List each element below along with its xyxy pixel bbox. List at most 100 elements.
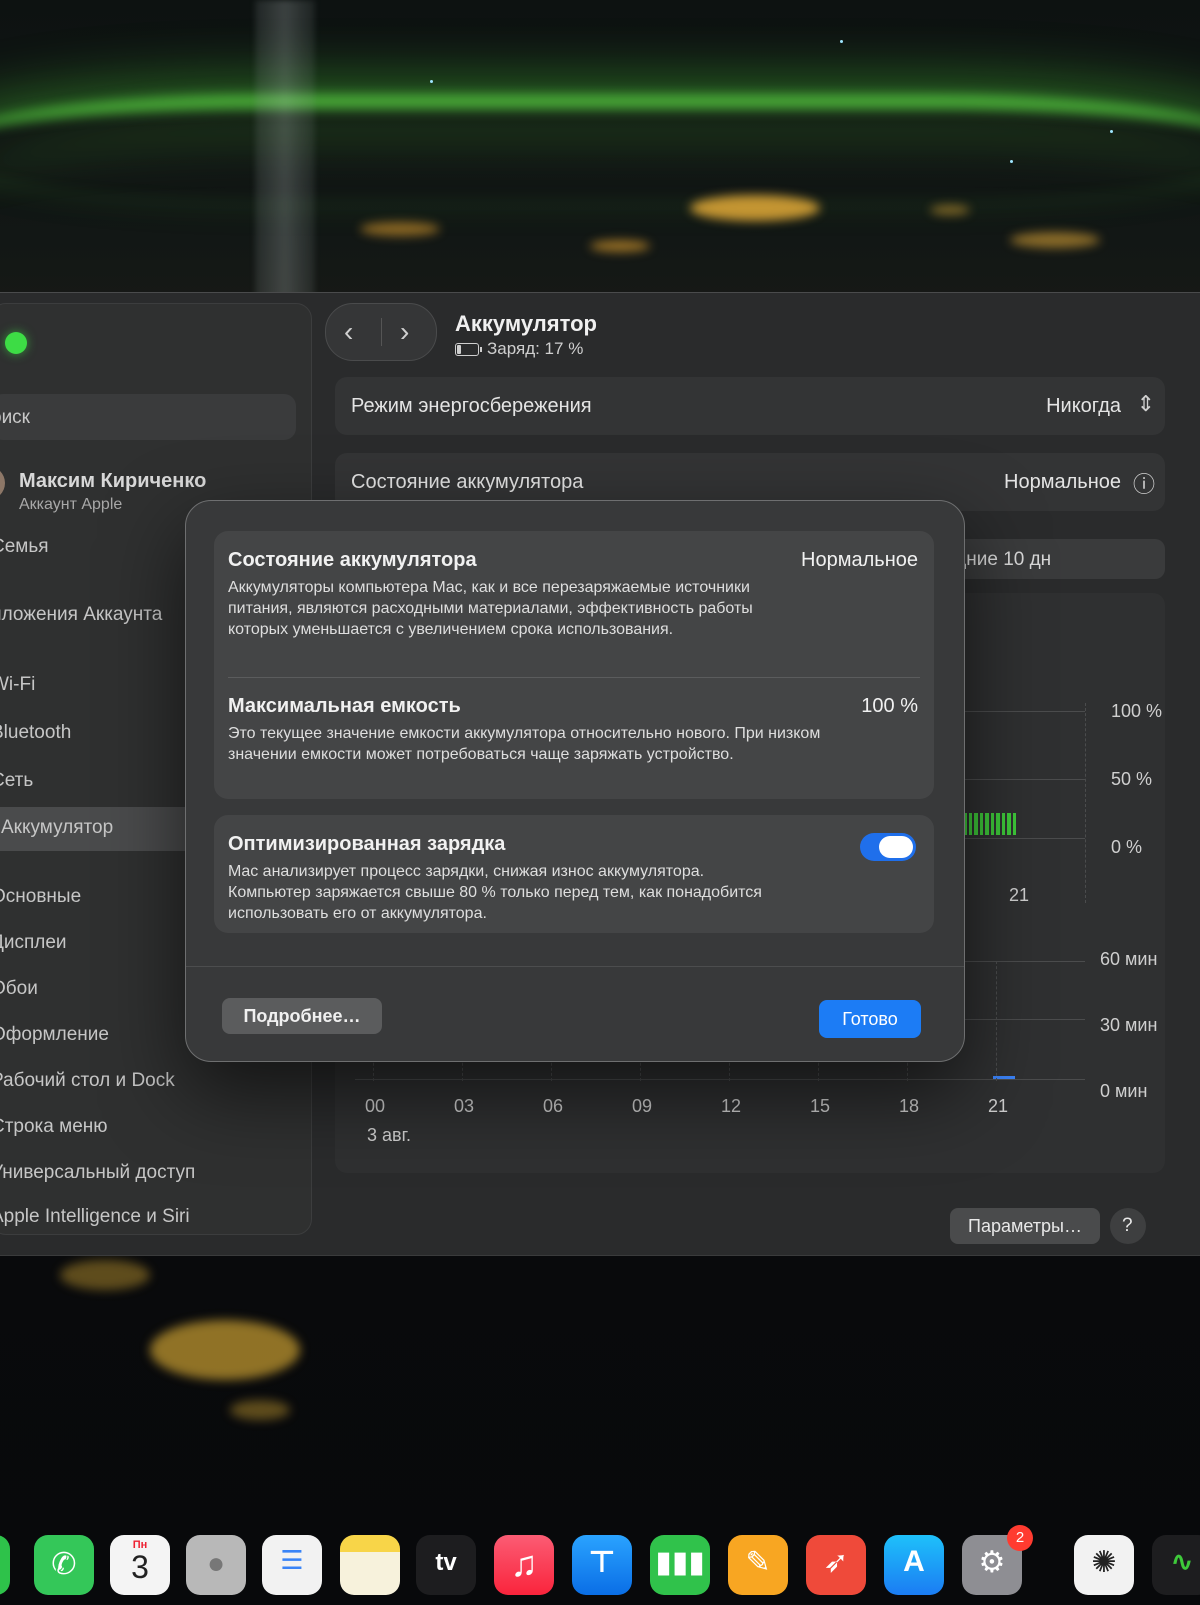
chatgpt-icon[interactable]: ✺ xyxy=(1074,1535,1134,1595)
search-placeholder: оиск xyxy=(0,407,30,428)
chevron-right-icon[interactable]: › xyxy=(400,316,409,348)
sidebar-item-label: Дисплеи xyxy=(0,932,67,953)
battery-level-bar xyxy=(1001,813,1005,835)
sidebar-item-family[interactable]: Семья xyxy=(0,536,49,558)
numbers-icon[interactable]: ▮▮▮ xyxy=(650,1535,710,1595)
city-lights xyxy=(150,1320,300,1380)
sidebar-item-label: Apple Intelligence и Siri xyxy=(0,1206,190,1227)
health-value: Нормальное xyxy=(801,549,918,571)
sidebar-item-label: Wi-Fi xyxy=(0,674,36,695)
sidebar-item-label: Строка меню xyxy=(0,1116,108,1137)
sidebar-item-general[interactable]: Основные xyxy=(0,886,81,908)
reminders-icon[interactable]: ☰ xyxy=(262,1535,322,1595)
info-icon[interactable]: ⓘ xyxy=(1133,467,1155,499)
sidebar-item-label: Обои xyxy=(0,978,38,999)
sheet-divider xyxy=(186,966,964,967)
sidebar-item-desktop-dock[interactable]: Рабочий стол и Dock xyxy=(0,1070,175,1092)
battery-level-bar xyxy=(968,813,972,835)
done-button[interactable]: Готово xyxy=(819,1000,921,1038)
level-tick-0: 0 % xyxy=(1111,837,1143,857)
low-power-mode-value[interactable]: Никогда xyxy=(1046,395,1121,418)
period-selector[interactable]: едние 10 дн xyxy=(935,539,1165,579)
sidebar-item-menu-bar[interactable]: Строка меню xyxy=(0,1116,108,1138)
more-info-button[interactable]: Подробнее… xyxy=(222,998,382,1034)
level-tick-50: 50 % xyxy=(1111,769,1153,789)
city-lights xyxy=(690,195,820,221)
usage-tick-0: 0 мин xyxy=(1100,1081,1148,1101)
search-field[interactable]: оиск xyxy=(0,394,296,440)
level-tick-100: 100 % xyxy=(1111,701,1163,721)
battery-level-bar xyxy=(1007,813,1011,835)
chevron-left-icon[interactable]: ‹ xyxy=(344,316,353,348)
phone-icon[interactable]: ✆ xyxy=(34,1535,94,1595)
charge-status: Заряд: 17 % xyxy=(455,339,583,359)
usage-tick-60: 60 мин xyxy=(1100,949,1158,969)
hour-tick-label: 03 xyxy=(454,1096,475,1116)
options-button-label: Параметры… xyxy=(968,1216,1082,1236)
sidebar-item-label: Основные xyxy=(0,886,82,907)
optimized-description: Mac анализирует процесс зарядки, снижая … xyxy=(228,863,762,922)
gridline xyxy=(355,1079,1085,1080)
battery-level-bar xyxy=(974,813,978,835)
activity-monitor-icon[interactable]: ∿ xyxy=(1152,1535,1200,1595)
capacity-value: 100 % xyxy=(861,695,918,717)
capacity-title: Максимальная емкость xyxy=(228,695,461,717)
sidebar-item-bluetooth[interactable]: Bluetooth xyxy=(0,722,71,744)
keynote-icon[interactable]: ⊤ xyxy=(572,1535,632,1595)
hour-tick-label: 15 xyxy=(810,1096,831,1116)
sidebar-item-label: Аккумулятор xyxy=(1,817,114,838)
health-title: Состояние аккумулятора xyxy=(228,549,477,571)
sidebar-item-label: Bluetooth xyxy=(0,722,72,743)
hour-tick-label: 09 xyxy=(632,1096,653,1116)
help-button[interactable]: ? xyxy=(1110,1208,1146,1244)
card-divider xyxy=(228,677,920,678)
optimized-charging-toggle[interactable] xyxy=(860,833,916,861)
navigation-buttons: ‹ › xyxy=(325,303,437,361)
sidebar-item-network[interactable]: Сеть xyxy=(0,770,33,792)
hour-tick-label: 12 xyxy=(721,1096,742,1116)
sidebar-item-apple-intelligence[interactable]: Apple Intelligence и Siri xyxy=(0,1206,190,1228)
calendar-icon[interactable]: Пн 3 xyxy=(110,1535,170,1595)
apple-tv-icon[interactable]: tv xyxy=(416,1535,476,1595)
sidebar-item-appearance[interactable]: Оформление xyxy=(0,1024,109,1046)
options-button[interactable]: Параметры… xyxy=(950,1208,1100,1244)
battery-level-bar xyxy=(985,813,989,835)
optimized-charging-card: Оптимизированная зарядка Mac анализирует… xyxy=(214,815,934,933)
optimized-title: Оптимизированная зарядка xyxy=(228,833,506,855)
calendar-date: 3 xyxy=(131,1549,149,1585)
chevron-up-down-icon[interactable]: ⇕ xyxy=(1137,391,1155,417)
level-day-label: 21 xyxy=(1009,885,1030,905)
contacts-icon[interactable]: ● xyxy=(186,1535,246,1595)
charge-text: Заряд: 17 % xyxy=(487,339,584,358)
low-power-mode-label: Режим энергосбережения xyxy=(351,395,592,417)
axis-line xyxy=(1085,703,1086,903)
app-store-icon[interactable]: A xyxy=(884,1535,944,1595)
sidebar-item-label: Сеть xyxy=(0,770,34,791)
battery-level-bar xyxy=(1012,813,1016,835)
sidebar-item-wifi[interactable]: Wi-Fi xyxy=(0,674,35,696)
sidebar-item-accessibility[interactable]: Универсальный доступ xyxy=(0,1162,195,1184)
notes-icon[interactable] xyxy=(340,1535,400,1595)
date-label: 3 авг. xyxy=(367,1125,411,1145)
music-icon[interactable]: ♫ xyxy=(494,1535,554,1595)
battery-health-label: Состояние аккумулятора xyxy=(351,471,584,493)
sidebar-item-wallpaper[interactable]: Обои xyxy=(0,978,38,1000)
health-card: Состояние аккумулятора Нормальное Аккуму… xyxy=(214,531,934,799)
usage-tick-30: 30 мин xyxy=(1100,1015,1158,1035)
battery-level-bar xyxy=(979,813,983,835)
rocket-app-icon[interactable]: ➶ xyxy=(806,1535,866,1595)
done-label: Готово xyxy=(842,1009,898,1029)
account-subtitle: Аккаунт Apple xyxy=(19,496,123,513)
hour-tick-label: 21 xyxy=(988,1096,1009,1116)
low-power-mode-row[interactable]: Режим энергосбережения Никогда ⇕ xyxy=(335,377,1165,435)
battery-icon xyxy=(455,343,482,357)
dock: ✆ Пн 3 ● ☰ tv ♫ ⊤ ▮▮▮ ✎ ➶ A ⚙ 2 ✺ ∿ xyxy=(0,1525,1200,1605)
battery-health-value: Нормальное xyxy=(1004,471,1121,493)
sidebar-item-displays[interactable]: Дисплеи xyxy=(0,932,67,954)
window-zoom-button[interactable] xyxy=(5,332,27,354)
battery-level-bar xyxy=(990,813,994,835)
facetime-icon[interactable] xyxy=(0,1535,10,1595)
sidebar-item-account-apps[interactable]: иложения Аккаунта xyxy=(0,604,162,626)
star xyxy=(1110,130,1113,133)
pages-icon[interactable]: ✎ xyxy=(728,1535,788,1595)
